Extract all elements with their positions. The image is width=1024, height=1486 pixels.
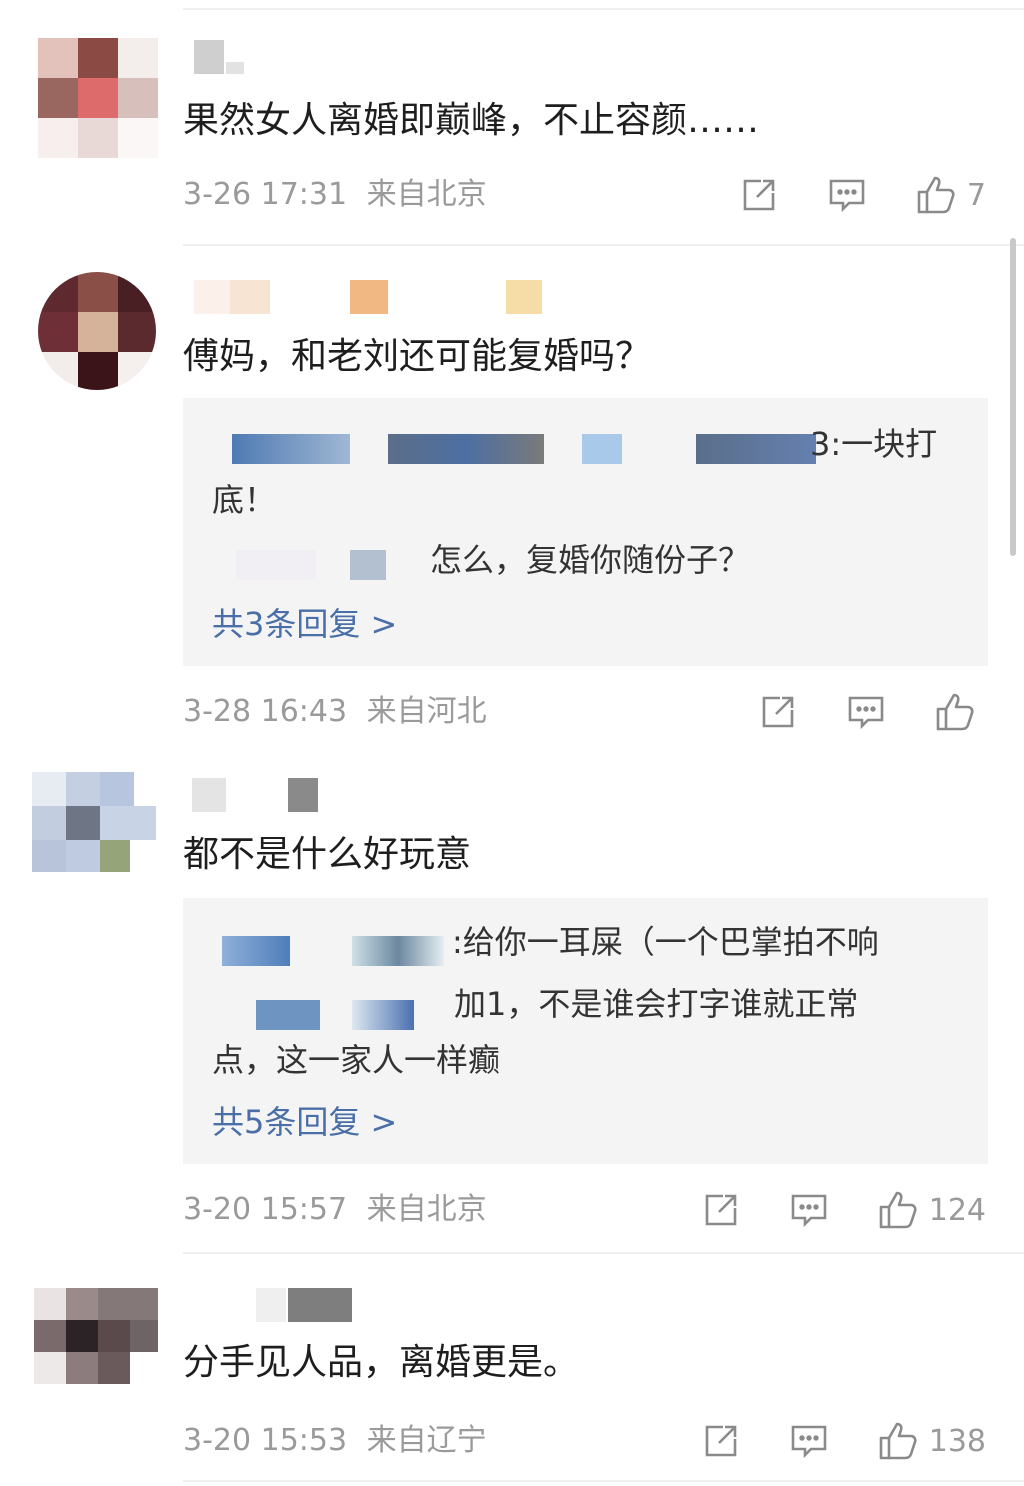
view-more-replies-link[interactable]: 共5条回复 > — [212, 1102, 397, 1142]
comment-meta: 3-26 17:31 来自北京 — [183, 176, 487, 214]
like-button[interactable]: 124 — [877, 1189, 986, 1231]
view-more-replies-link[interactable]: 共3条回复 > — [212, 604, 397, 644]
thumbs-up-icon — [915, 174, 957, 216]
thumbs-up-icon — [877, 1420, 919, 1462]
share-icon — [701, 1190, 741, 1230]
replier-name[interactable] — [388, 434, 544, 464]
replier-name[interactable] — [256, 1000, 320, 1030]
share-button[interactable] — [758, 692, 798, 732]
comment-icon — [827, 175, 867, 215]
reply-button[interactable] — [827, 175, 867, 215]
divider — [183, 244, 1024, 246]
location: 来自辽宁 — [366, 1423, 487, 1458]
location: 来自北京 — [366, 177, 487, 212]
location: 来自北京 — [366, 1192, 487, 1227]
avatar[interactable] — [38, 272, 156, 390]
timestamp: 3-20 15:53 — [183, 1423, 348, 1458]
comment-text: 傅妈，和老刘还可能复婚吗？ — [183, 336, 652, 377]
like-count: 138 — [928, 1423, 986, 1459]
comment-text: 分手见人品，离婚更是。 — [183, 1342, 580, 1383]
comment-actions: 138 — [701, 1421, 986, 1461]
like-count: 7 — [966, 177, 986, 213]
avatar[interactable] — [32, 772, 156, 872]
comment-actions: 7 — [739, 175, 986, 215]
share-icon — [701, 1421, 741, 1461]
comment-actions — [758, 692, 986, 732]
replier-name[interactable] — [696, 434, 816, 464]
avatar[interactable] — [38, 38, 158, 158]
reply-button[interactable] — [789, 1190, 829, 1230]
replier-name[interactable] — [582, 434, 622, 464]
divider — [183, 1252, 1024, 1254]
comment-meta: 3-20 15:57 来自北京 — [183, 1191, 487, 1229]
location: 来自河北 — [366, 694, 487, 729]
comment-icon — [789, 1190, 829, 1230]
reply-text: 怎么，复婚你随份子？ — [430, 541, 751, 579]
timestamp: 3-28 16:43 — [183, 694, 348, 729]
scrollbar[interactable] — [1010, 238, 1016, 556]
like-button[interactable]: 138 — [877, 1420, 986, 1462]
reply-text: 底！ — [212, 481, 277, 519]
share-button[interactable] — [701, 1190, 741, 1230]
comment-actions: 124 — [701, 1190, 986, 1230]
replier-name[interactable] — [352, 1000, 414, 1030]
reply-text: 点，这一家人一样癫 — [212, 1041, 501, 1079]
reply-text: :给你一耳屎（一个巴掌拍不响 — [452, 923, 879, 961]
comment-text: 都不是什么好玩意 — [183, 834, 472, 875]
replier-name[interactable] — [222, 936, 290, 966]
comment-text: 果然女人离婚即巅峰，不止容颜…… — [183, 100, 760, 141]
timestamp: 3-26 17:31 — [183, 177, 348, 212]
replier-name[interactable] — [232, 434, 350, 464]
share-icon — [739, 175, 779, 215]
timestamp: 3-20 15:57 — [183, 1192, 348, 1227]
divider — [183, 1480, 1024, 1482]
comment-meta: 3-28 16:43 来自河北 — [183, 693, 487, 731]
thumbs-up-icon — [934, 691, 976, 733]
reply-button[interactable] — [789, 1421, 829, 1461]
like-button[interactable] — [934, 691, 986, 733]
share-button[interactable] — [739, 175, 779, 215]
replier-name[interactable] — [236, 550, 316, 580]
reply-button[interactable] — [846, 692, 886, 732]
replier-name[interactable] — [352, 936, 444, 966]
comment-icon — [789, 1421, 829, 1461]
share-icon — [758, 692, 798, 732]
like-count: 124 — [928, 1192, 986, 1228]
like-button[interactable]: 7 — [915, 174, 986, 216]
comment-meta: 3-20 15:53 来自辽宁 — [183, 1422, 487, 1460]
share-button[interactable] — [701, 1421, 741, 1461]
thumbs-up-icon — [877, 1189, 919, 1231]
reply-text: 3:一块打 — [810, 425, 938, 463]
replier-name[interactable] — [350, 550, 386, 580]
reply-text: 加1，不是谁会打字谁就正常 — [454, 985, 859, 1023]
avatar[interactable] — [34, 1288, 158, 1384]
comment-icon — [846, 692, 886, 732]
divider — [183, 8, 1024, 10]
